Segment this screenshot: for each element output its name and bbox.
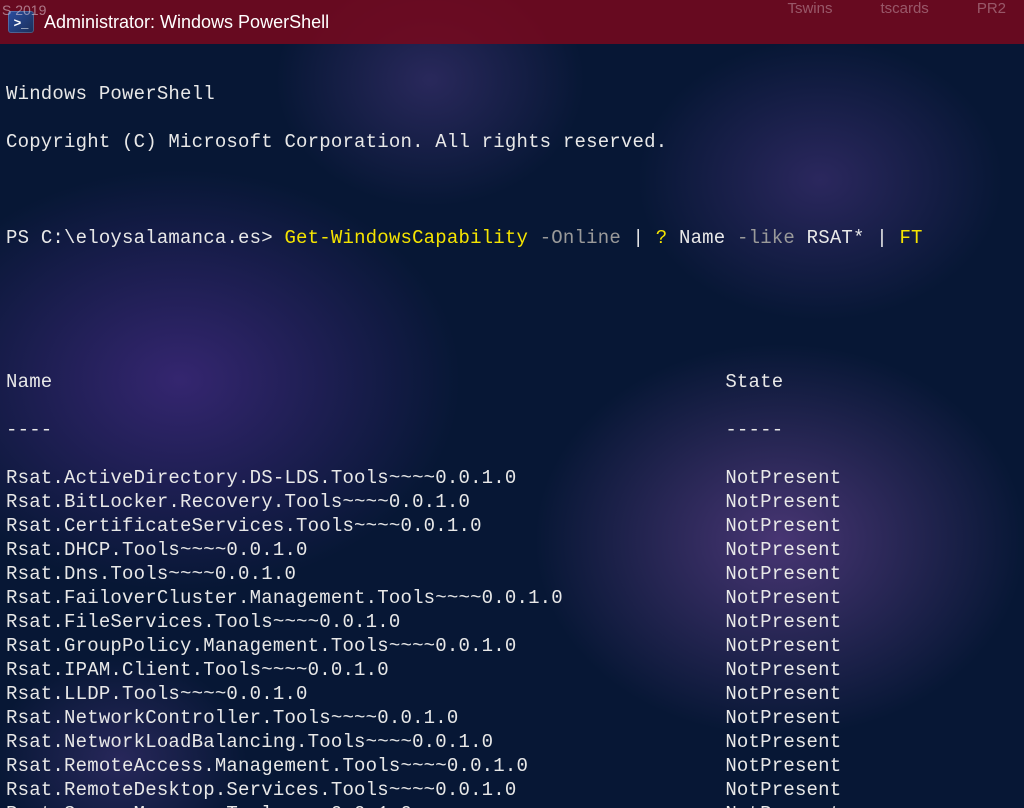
cell-name: Rsat.LLDP.Tools~~~~0.0.1.0: [6, 683, 725, 705]
header-name: Name: [6, 371, 725, 393]
cell-state: NotPresent: [725, 659, 841, 681]
cell-name: Rsat.RemoteDesktop.Services.Tools~~~~0.0…: [6, 779, 725, 801]
cell-name: Rsat.ServerManager.Tools~~~~0.0.1.0: [6, 803, 725, 808]
cell-name: Rsat.DHCP.Tools~~~~0.0.1.0: [6, 539, 725, 561]
prop-name: Name: [679, 227, 737, 249]
cell-name: Rsat.FailoverCluster.Management.Tools~~~…: [6, 587, 725, 609]
banner-line-1: Windows PowerShell: [6, 82, 1016, 106]
cell-state: NotPresent: [725, 491, 841, 513]
table-row: Rsat.Dns.Tools~~~~0.0.1.0 NotPresent: [6, 562, 1016, 586]
cell-name: Rsat.NetworkController.Tools~~~~0.0.1.0: [6, 707, 725, 729]
cell-name: Rsat.ActiveDirectory.DS-LDS.Tools~~~~0.0…: [6, 467, 725, 489]
cell-state: NotPresent: [725, 755, 841, 777]
blank-line: [6, 322, 1016, 346]
cell-state: NotPresent: [725, 635, 841, 657]
blank-line: [6, 274, 1016, 298]
powershell-icon: >_: [8, 11, 34, 33]
format-table: FT: [899, 227, 922, 249]
prompt-path: C:\eloysalamanca.es>: [41, 227, 285, 249]
table-row: Rsat.RemoteAccess.Management.Tools~~~~0.…: [6, 754, 1016, 778]
op-like: -like: [737, 227, 807, 249]
cell-name: Rsat.FileServices.Tools~~~~0.0.1.0: [6, 611, 725, 633]
window-title: Administrator: Windows PowerShell: [44, 12, 329, 33]
table-row: Rsat.GroupPolicy.Management.Tools~~~~0.0…: [6, 634, 1016, 658]
table-row: Rsat.NetworkController.Tools~~~~0.0.1.0 …: [6, 706, 1016, 730]
table-row: Rsat.ActiveDirectory.DS-LDS.Tools~~~~0.0…: [6, 466, 1016, 490]
table-row: Rsat.FailoverCluster.Management.Tools~~~…: [6, 586, 1016, 610]
command-line-1: PS C:\eloysalamanca.es> Get-WindowsCapab…: [6, 226, 1016, 250]
table-row: Rsat.FileServices.Tools~~~~0.0.1.0 NotPr…: [6, 610, 1016, 634]
table-row: Rsat.ServerManager.Tools~~~~0.0.1.0 NotP…: [6, 802, 1016, 808]
cell-name: Rsat.CertificateServices.Tools~~~~0.0.1.…: [6, 515, 725, 537]
cell-name: Rsat.Dns.Tools~~~~0.0.1.0: [6, 563, 725, 585]
cell-state: NotPresent: [725, 539, 841, 561]
cell-name: Rsat.GroupPolicy.Management.Tools~~~~0.0…: [6, 635, 725, 657]
table-row: Rsat.NetworkLoadBalancing.Tools~~~~0.0.1…: [6, 730, 1016, 754]
table-divider: ---- -----: [6, 418, 1016, 442]
table-row: Rsat.LLDP.Tools~~~~0.0.1.0 NotPresent: [6, 682, 1016, 706]
cell-name: Rsat.IPAM.Client.Tools~~~~0.0.1.0: [6, 659, 725, 681]
cell-name: Rsat.NetworkLoadBalancing.Tools~~~~0.0.1…: [6, 731, 725, 753]
cell-state: NotPresent: [725, 707, 841, 729]
param-online: -Online: [540, 227, 633, 249]
cell-name: Rsat.RemoteAccess.Management.Tools~~~~0.…: [6, 755, 725, 777]
table-row: Rsat.DHCP.Tools~~~~0.0.1.0 NotPresent: [6, 538, 1016, 562]
cell-state: NotPresent: [725, 611, 841, 633]
cell-state: NotPresent: [725, 683, 841, 705]
header-state: State: [725, 371, 783, 393]
cell-state: NotPresent: [725, 563, 841, 585]
table-row: Rsat.BitLocker.Recovery.Tools~~~~0.0.1.0…: [6, 490, 1016, 514]
terminal-output[interactable]: Windows PowerShell Copyright (C) Microso…: [0, 44, 1024, 808]
table-rows: Rsat.ActiveDirectory.DS-LDS.Tools~~~~0.0…: [6, 466, 1016, 808]
table-row: Rsat.RemoteDesktop.Services.Tools~~~~0.0…: [6, 778, 1016, 802]
table-header: Name State: [6, 370, 1016, 394]
cmdlet: Get-WindowsCapability: [284, 227, 539, 249]
window-titlebar[interactable]: >_ Administrator: Windows PowerShell: [0, 0, 1024, 44]
cell-state: NotPresent: [725, 467, 841, 489]
banner-line-2: Copyright (C) Microsoft Corporation. All…: [6, 130, 1016, 154]
table-row: Rsat.CertificateServices.Tools~~~~0.0.1.…: [6, 514, 1016, 538]
where-alias: ?: [656, 227, 679, 249]
blank-line: [6, 178, 1016, 202]
cell-name: Rsat.BitLocker.Recovery.Tools~~~~0.0.1.0: [6, 491, 725, 513]
cell-state: NotPresent: [725, 731, 841, 753]
value-rsat: RSAT*: [807, 227, 877, 249]
divider-name: ----: [6, 419, 725, 441]
pipe-2: |: [876, 227, 899, 249]
divider-state: -----: [725, 419, 783, 441]
cell-state: NotPresent: [725, 803, 841, 808]
cell-state: NotPresent: [725, 587, 841, 609]
prompt-ps: PS: [6, 227, 41, 249]
cell-state: NotPresent: [725, 515, 841, 537]
pipe-1: |: [633, 227, 656, 249]
cell-state: NotPresent: [725, 779, 841, 801]
table-row: Rsat.IPAM.Client.Tools~~~~0.0.1.0 NotPre…: [6, 658, 1016, 682]
